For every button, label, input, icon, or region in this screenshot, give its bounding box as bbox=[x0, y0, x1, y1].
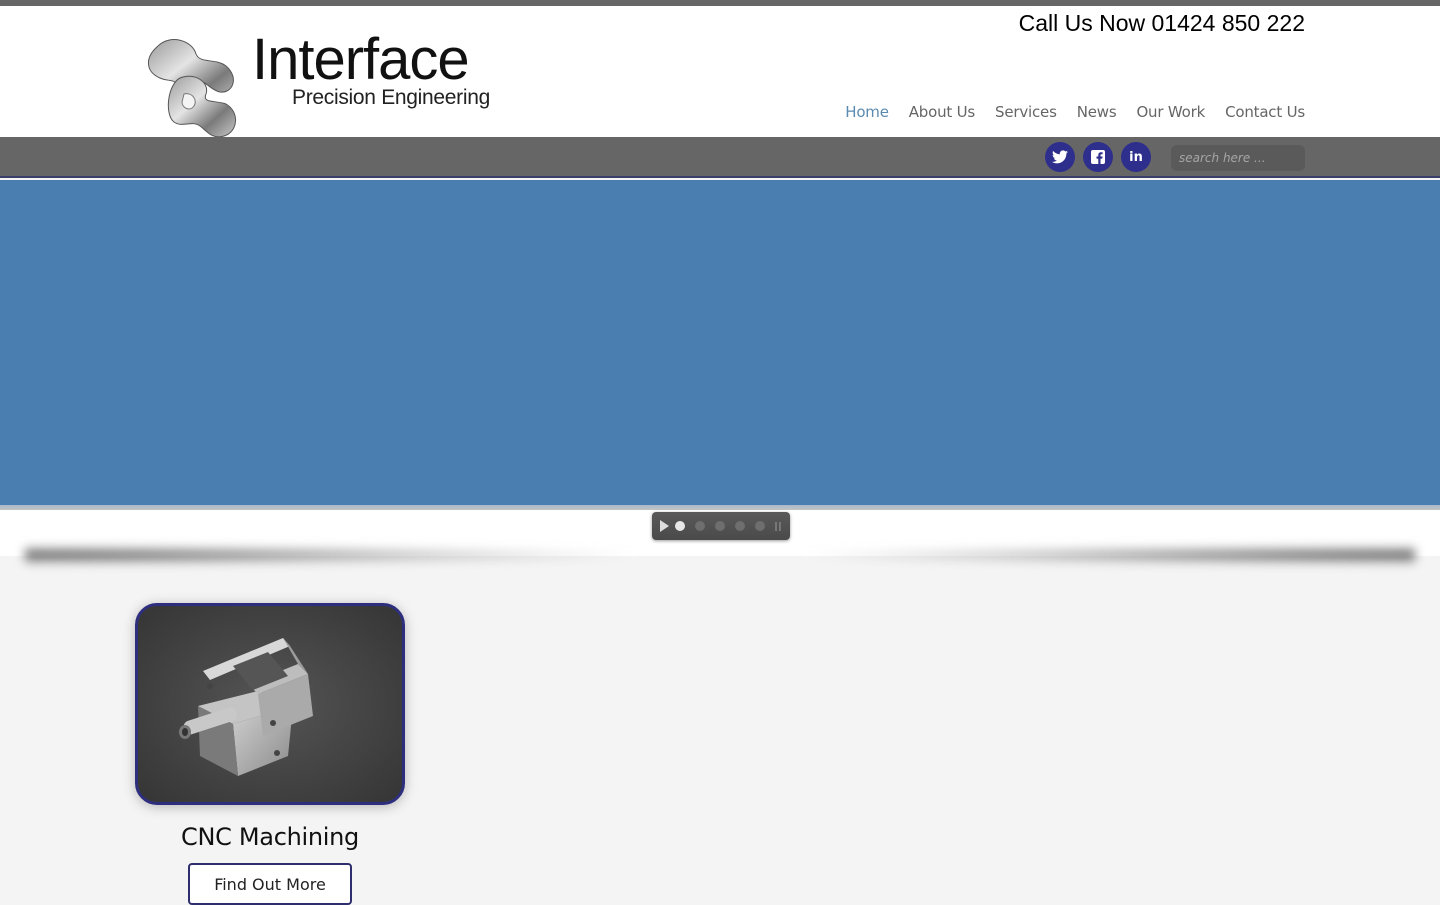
twitter-icon bbox=[1052, 150, 1068, 164]
slider-drop-shadow bbox=[25, 538, 1415, 572]
search-input[interactable] bbox=[1171, 145, 1305, 171]
slide-dot-3[interactable] bbox=[715, 521, 725, 531]
service-card-cnc: CNC Machining Find Out More bbox=[135, 603, 405, 905]
shadow-right bbox=[795, 538, 1415, 572]
slider-controls bbox=[652, 512, 790, 540]
facebook-button[interactable] bbox=[1083, 142, 1113, 172]
facebook-icon bbox=[1091, 150, 1105, 164]
social-search-bar: in bbox=[0, 137, 1440, 178]
slide-dot-2[interactable] bbox=[695, 521, 705, 531]
linkedin-icon: in bbox=[1129, 149, 1143, 165]
logo-tagline: Precision Engineering bbox=[292, 86, 490, 109]
shadow-left bbox=[25, 538, 645, 572]
nav-news[interactable]: News bbox=[1077, 103, 1117, 121]
nav-services[interactable]: Services bbox=[995, 103, 1057, 121]
play-icon[interactable] bbox=[660, 520, 669, 532]
logo-wordmark: Interface bbox=[252, 27, 470, 92]
nav-contact-us[interactable]: Contact Us bbox=[1225, 103, 1305, 121]
slide-dot-5[interactable] bbox=[755, 521, 765, 531]
nav-home[interactable]: Home bbox=[845, 103, 889, 121]
linkedin-button[interactable]: in bbox=[1121, 142, 1151, 172]
service-card-title: CNC Machining bbox=[180, 823, 359, 851]
twitter-button[interactable] bbox=[1045, 142, 1075, 172]
slide-dot-1[interactable] bbox=[675, 521, 685, 531]
site-header: Interface Precision Engineering Call Us … bbox=[0, 6, 1440, 138]
service-card-image[interactable] bbox=[135, 603, 405, 805]
logo-emblem-icon bbox=[148, 39, 236, 138]
main-nav: Home About Us Services News Our Work Con… bbox=[845, 103, 1305, 121]
phone-number: Call Us Now 01424 850 222 bbox=[1018, 10, 1305, 36]
site-logo[interactable]: Interface Precision Engineering bbox=[140, 27, 500, 142]
find-out-more-button[interactable]: Find Out More bbox=[188, 863, 352, 905]
machined-part-image bbox=[138, 606, 402, 802]
nav-our-work[interactable]: Our Work bbox=[1136, 103, 1205, 121]
slide-dot-4[interactable] bbox=[735, 521, 745, 531]
pause-icon[interactable] bbox=[775, 522, 781, 531]
hero-slider[interactable] bbox=[0, 180, 1440, 505]
nav-about-us[interactable]: About Us bbox=[909, 103, 976, 121]
